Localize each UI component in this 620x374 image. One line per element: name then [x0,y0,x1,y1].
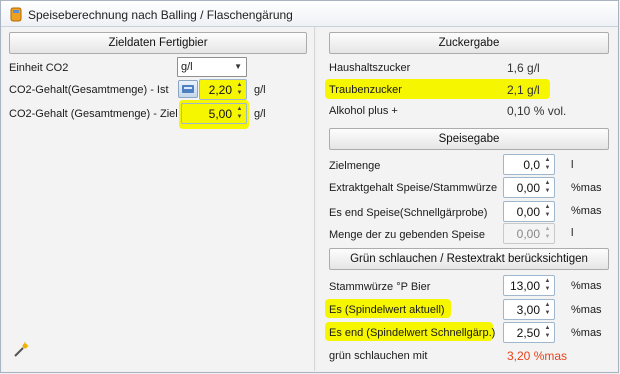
zielmenge-value: 0,0 [523,158,540,172]
grape-sugar-label: Traubenzucker [329,84,402,96]
stammwuerze-unit: %mas [571,280,602,292]
spin-arrows-icon[interactable]: ▲ ▼ [234,105,245,122]
es-aktuell-value: 3,00 [516,303,540,317]
grape-sugar-value: 2,1 g/l [507,83,540,97]
menge-speise-unit: l [571,227,574,239]
es-end-input[interactable]: 2,50 ▲ ▼ [503,322,555,343]
zielmenge-input[interactable]: 0,0 ▲ ▼ [503,154,555,175]
menge-speise-value: 0,00 [516,227,540,241]
co2-unit-select[interactable]: g/l ▼ [177,57,247,77]
target-data-header[interactable]: Zieldaten Fertigbier [9,32,307,54]
extrakt-label: Extraktgehalt Speise/Stammwürze [329,182,498,194]
spin-arrows-icon: ▲ ▼ [544,226,551,240]
app-window: Speiseberechnung nach Balling / Flaschen… [0,0,619,373]
co2-ziel-value: 5,00 [208,107,232,121]
menge-speise-label: Menge der zu gebenden Speise [329,229,485,241]
dropdown-arrow-icon: ▼ [234,62,242,71]
result-panel: Zuckergabe Haushaltszucker 1,6 g/l Traub… [317,27,617,371]
spin-arrows-icon[interactable]: ▲ ▼ [542,179,553,196]
es-end-label: Es end (Spindelwert Schnellgärp.) [329,327,496,339]
co2-ist-label: CO2-Gehalt(Gesamtmenge) - Ist [9,84,169,96]
co2-ist-value: 2,20 [208,83,232,97]
stammwuerze-input[interactable]: 13,00 ▲ ▼ [503,275,555,296]
household-sugar-value: 1,6 g/l [507,61,540,75]
extrakt-unit: %mas [571,182,602,194]
household-sugar-label: Haushaltszucker [329,62,411,74]
spin-arrows-icon[interactable]: ▲ ▼ [542,203,553,220]
title-bar: Speiseberechnung nach Balling / Flaschen… [1,1,618,27]
spin-arrows-icon[interactable]: ▲ ▼ [234,81,245,98]
co2-ist-input[interactable]: 2,20 ▲ ▼ [199,79,247,100]
es-end-value: 2,50 [516,326,540,340]
es-end-unit: %mas [571,327,602,339]
es-aktuell-input[interactable]: 3,00 ▲ ▼ [503,299,555,320]
co2-ziel-input[interactable]: 5,00 ▲ ▼ [181,103,247,124]
spin-arrows-icon[interactable]: ▲ ▼ [542,156,553,173]
window-title: Speiseberechnung nach Balling / Flaschen… [28,8,293,22]
result-label: grün schlauchen mit [329,350,428,362]
extrakt-input[interactable]: 0,00 ▲ ▼ [503,177,555,198]
spin-arrows-icon[interactable]: ▲ ▼ [542,277,553,294]
alcohol-value: 0,10 % vol. [507,104,567,118]
es-end-speise-input[interactable]: 0,00 ▲ ▼ [503,201,555,222]
calc-icon[interactable] [178,80,198,98]
zielmenge-label: Zielmenge [329,160,381,172]
menge-speise-input: 0,00 ▲ ▼ [503,223,555,244]
es-aktuell-unit: %mas [571,304,602,316]
es-end-speise-label: Es end Speise(Schnellgärprobe) [329,207,488,219]
target-data-panel: Zieldaten Fertigbier Einheit CO2 g/l ▼ C… [3,27,315,371]
gruen-header[interactable]: Grün schlauchen / Restextrakt berücksich… [329,248,609,270]
wand-icon[interactable] [13,342,29,358]
co2-ziel-label: CO2-Gehalt (Gesamtmenge) - Ziel [9,108,178,120]
es-aktuell-label: Es (Spindelwert aktuell) [329,304,445,316]
es-end-speise-value: 0,00 [516,205,540,219]
co2-ist-unit: g/l [254,84,266,96]
zielmenge-unit: l [571,159,574,171]
result-value: 3,20 %mas [507,349,568,363]
stammwuerze-value: 13,00 [509,279,540,293]
sugar-header[interactable]: Zuckergabe [329,32,609,54]
extrakt-value: 0,00 [516,181,540,195]
speise-header[interactable]: Speisegabe [329,128,609,150]
co2-ziel-unit: g/l [254,108,266,120]
spin-arrows-icon[interactable]: ▲ ▼ [542,301,553,318]
window-icon [10,7,22,22]
es-end-speise-unit: %mas [571,205,602,217]
co2-unit-label: Einheit CO2 [9,62,69,74]
alcohol-label: Alkohol plus + [329,105,398,117]
stammwuerze-label: Stammwürze °P Bier [329,281,431,293]
co2-unit-value: g/l [181,61,193,73]
spin-arrows-icon[interactable]: ▲ ▼ [542,324,553,341]
